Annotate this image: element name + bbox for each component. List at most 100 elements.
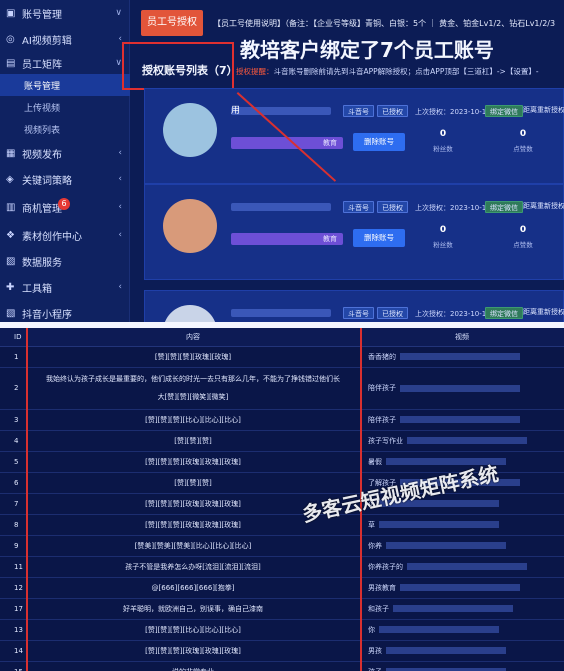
sidebar-item[interactable]: ◎ AI视频剪辑 ‹: [0, 28, 130, 50]
table-row[interactable]: 14 [赞][赞][赞][玫瑰][玫瑰][玫瑰] 男孩: [0, 640, 564, 662]
row-content: [赞][赞][赞][比心][比心][比心]: [26, 409, 360, 431]
row-content-line: [赞美][赞美][赞美][比心][比心][比心]: [134, 541, 252, 550]
table-row[interactable]: 13 [赞][赞][赞][比心][比心][比心] 你: [0, 619, 564, 641]
auth-tip-text: 斗音账号删除前请先到斗音APP解除授权；点击APP顶部【三道杠】->【设置】-: [273, 67, 539, 76]
fans-count: 0: [439, 129, 447, 139]
row-video-title: 你养: [368, 541, 382, 550]
platform-tag: 斗音号: [343, 105, 374, 117]
row-content: 好羊聪明，就欧洲自己，别误事，确自己漆南: [26, 598, 360, 620]
sidebar-item-label: AI视频剪辑: [22, 35, 72, 47]
row-content-line: @[666][666][666][抱拳]: [151, 583, 235, 592]
row-id: 11: [0, 556, 26, 578]
sidebar-item-icon: ✚: [6, 281, 15, 293]
table-row[interactable]: 8 [赞][赞][赞][玫瑰][玫瑰][玫瑰] 草: [0, 514, 564, 536]
sidebar-item[interactable]: ✚ 工具箱 ‹: [0, 276, 130, 298]
sidebar-item[interactable]: ▥ 商机管理 6 ‹: [0, 196, 130, 218]
list-title: 授权账号列表（7）: [142, 64, 238, 77]
row-content: [赞][赞][赞][玫瑰][玫瑰]: [26, 346, 360, 368]
table-row[interactable]: 12 @[666][666][666][抱拳] 男孩教育: [0, 577, 564, 599]
sidebar-item-label: 员工矩阵: [22, 59, 62, 71]
platform-tag: 斗音号: [343, 307, 374, 319]
table-row[interactable]: 17 好羊聪明，就欧洲自己，别误事，确自己漆南 和孩子: [0, 598, 564, 620]
table-row[interactable]: 1 [赞][赞][赞][玫瑰][玫瑰] 香香猪的: [0, 346, 564, 368]
row-video-title: 你: [368, 625, 375, 634]
row-content: @[666][666][666][抱拳]: [26, 577, 360, 599]
notification-badge: 6: [58, 198, 70, 210]
row-id: 15: [0, 661, 26, 671]
auth-tip: 授权提醒：斗音账号删除前请先到斗音APP解除授权；点击APP顶部【三道杠】->【…: [236, 66, 539, 77]
bind-wechat-tag[interactable]: 绑定微信: [485, 307, 523, 319]
bind-wechat-tag[interactable]: 绑定微信: [485, 201, 523, 213]
fans-count: 0: [439, 225, 447, 235]
sidebar-item-icon: ▧: [6, 307, 16, 319]
sidebar-item[interactable]: ▧ 抖音小程序: [0, 302, 130, 322]
auth-status-tag: 已授权: [377, 307, 408, 319]
row-id: 2: [0, 367, 26, 410]
row-video: 香香猪的: [360, 346, 564, 368]
row-video-title: 草: [368, 520, 375, 529]
row-id: 3: [0, 409, 26, 431]
row-video-redacted: [393, 605, 513, 612]
sidebar-item[interactable]: 上传视频: [0, 96, 130, 118]
table-row[interactable]: 4 [赞][赞][赞] 孩子写作业: [0, 430, 564, 452]
row-content: 说的非常专业: [26, 661, 360, 671]
sidebar-item[interactable]: ❖ 素材创作中心 ‹: [0, 224, 130, 246]
table-row[interactable]: 7 [赞][赞][赞][玫瑰][玫瑰][玫瑰] 小: [0, 493, 564, 515]
table-row[interactable]: 15说的非常专业 孩子: [0, 661, 564, 671]
row-content-line: [赞][赞][赞]: [174, 436, 212, 445]
row-content: 孩子不管是我养怎么办呀[流泪][流泪][流泪]: [26, 556, 360, 578]
industry-label: 教育: [323, 139, 337, 147]
table-row[interactable]: 2 我始终认为孩子成长是最重要的，他们成长的时光一去只有那么几年，不能为了挣钱错过…: [0, 367, 564, 410]
bind-wechat-tag[interactable]: 绑定微信: [485, 105, 523, 117]
sidebar-item[interactable]: ◈ 关键词策略 ‹: [0, 168, 130, 190]
reauth-countdown: 距离重新授权: [523, 308, 564, 316]
sidebar-item[interactable]: ▦ 视频发布 ‹: [0, 142, 130, 164]
row-content: [赞][赞][赞][玫瑰][玫瑰][玫瑰]: [26, 640, 360, 662]
row-content-line: [赞][赞][赞][玫瑰][玫瑰][玫瑰]: [145, 457, 241, 466]
table-row[interactable]: 11 孩子不管是我养怎么办呀[流泪][流泪][流泪] 你养孩子的: [0, 556, 564, 578]
row-video-title: 孩子写作业: [368, 436, 403, 445]
row-content-line: 孩子不管是我养怎么办呀[流泪][流泪][流泪]: [125, 562, 261, 571]
account-card: 用 斗音号 已授权 上次授权：2023-10-16 绑定微信 距离重新授权 教育 删除账号 0 粉…: [144, 88, 564, 184]
sidebar-item[interactable]: 视频列表: [0, 118, 130, 140]
sidebar-item[interactable]: ▤ 员工矩阵 ∨: [0, 52, 130, 74]
table-row[interactable]: 3 [赞][赞][赞][比心][比心][比心] 陪伴孩子: [0, 409, 564, 431]
row-video: 你: [360, 619, 564, 641]
row-id: 5: [0, 451, 26, 473]
sidebar-item-label: 关键词策略: [22, 175, 72, 187]
auth-status-tag: 已授权: [377, 201, 408, 213]
row-video-redacted: [400, 416, 520, 423]
reauth-countdown: 距离重新授权: [523, 202, 564, 210]
sidebar-item[interactable]: ▨ 数据服务: [0, 250, 130, 272]
row-id: 17: [0, 598, 26, 620]
sidebar-item-icon: ▦: [6, 147, 16, 159]
row-video: 孩子写作业: [360, 430, 564, 452]
row-content: [赞][赞][赞]: [26, 430, 360, 452]
row-video: 陪伴孩子: [360, 409, 564, 431]
sidebar-item[interactable]: ▣ 账号管理 ∨: [0, 2, 130, 24]
row-video: 男孩教育: [360, 577, 564, 599]
chevron-icon: ‹: [118, 230, 122, 240]
row-video-title: 陪伴孩子: [368, 384, 396, 392]
avatar: [163, 103, 217, 157]
fans-stat: 0 粉丝数: [423, 225, 463, 249]
highlight-line-left: [26, 328, 28, 671]
row-content: [赞][赞][赞]: [26, 472, 360, 494]
sidebar-item[interactable]: 账号管理: [0, 74, 130, 96]
row-id: 1: [0, 346, 26, 368]
sidebar-item-label: 上传视频: [24, 103, 61, 114]
table-row[interactable]: 9 [赞美][赞美][赞美][比心][比心][比心] 你养: [0, 535, 564, 557]
tab-employee-auth[interactable]: 员工号授权: [141, 10, 203, 36]
row-video-redacted: [400, 384, 520, 392]
row-content: 我始终认为孩子成长是最重要的，他们成长的时光一去只有那么几年，不能为了挣钱错过他…: [26, 367, 360, 410]
likes-label: 点赞数: [513, 145, 533, 153]
chevron-icon: ‹: [118, 202, 122, 212]
usage-notice: 【员工号使用说明】（备注：【企业号等级】青铜、白银：5个 ｜ 黄金、铂金Lv1/…: [213, 19, 556, 28]
likes-count: 0: [519, 129, 527, 139]
comments-table-panel: ID 内容 视频 1 [赞][赞][赞][玫瑰][玫瑰] 香香猪的 2 我始终认为孩子成…: [0, 328, 564, 671]
delete-account-button[interactable]: 删除账号: [353, 229, 405, 247]
delete-account-button[interactable]: 删除账号: [353, 133, 405, 151]
sidebar-item-label: 数据服务: [22, 257, 62, 269]
row-content: [赞][赞][赞][玫瑰][玫瑰][玫瑰]: [26, 451, 360, 473]
row-video-title: 陪伴孩子: [368, 415, 396, 424]
